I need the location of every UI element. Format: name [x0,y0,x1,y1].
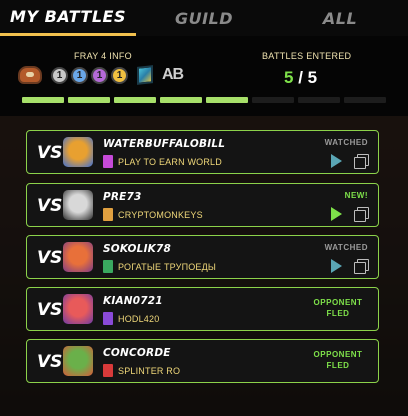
opponent-guild: HODL420 [103,312,159,325]
opponent-guild: PLAY TO EARN WORLD [103,155,222,168]
vs-label: VS [37,196,63,216]
tab-guild[interactable]: GUILD [136,0,272,36]
guild-name: PLAY TO EARN WORLD [118,156,222,167]
copy-link-icon[interactable] [354,154,369,169]
opponent-avatar [63,294,93,324]
fray-info-header: FRAY 4 INFO BATTLES ENTERED 1 1 1 1 AB 5… [0,36,408,116]
guild-name: HODL420 [118,313,160,324]
play-battle-icon[interactable] [331,207,342,221]
coin-purple-icon: 1 [91,66,108,84]
guild-flag-icon [103,312,113,325]
progress-segment [206,97,248,103]
battles-panel: MY BATTLES GUILD ALL FRAY 4 INFO BATTLES… [0,0,408,416]
play-battle-icon[interactable] [331,259,342,273]
opponent-avatar [63,346,93,376]
battle-row[interactable]: VS SOKOLIK78 РОГАТЫЕ ТРУПОЕДЫ WATCHED [26,235,379,279]
battles-list: VS WATERBUFFALOBILL PLAY TO EARN WORLD WATC… [0,116,408,416]
opponent-guild: РОГАТЫЕ ТРУПОЕДЫ [103,260,216,273]
opponent-name: SOKOLIK78 [103,243,172,255]
battle-status: NEW! [344,191,368,200]
glove-icon [18,66,42,84]
tab-bar: MY BATTLES GUILD ALL [0,0,408,36]
battle-row[interactable]: VS CONCORDE SPLINTER RO OPPONENT FLED [26,339,379,383]
vs-label: VS [37,248,63,268]
copy-link-icon[interactable] [354,259,369,274]
guild-name: SPLINTER RO [118,365,181,376]
battles-total: 5 [307,68,318,87]
opponent-avatar [63,242,93,272]
progress-segment [298,97,340,103]
battle-status: OPPONENT FLED [313,350,363,370]
vs-label: VS [37,143,63,163]
vs-label: VS [37,352,63,372]
progress-segment [22,97,64,103]
guild-name: CRYPTOMONKEYS [118,209,203,220]
tab-my-battles[interactable]: MY BATTLES [0,0,136,36]
progress-segment [68,97,110,103]
fray-info-title: FRAY 4 INFO [74,51,132,61]
tab-all[interactable]: ALL [272,0,408,36]
battles-entered-count: 5 / 5 [284,68,317,88]
opponent-name: KIAN0721 [103,295,163,307]
coin-gold-icon: 1 [111,66,128,84]
guild-flag-icon [103,364,113,377]
progress-segment [160,97,202,103]
opponent-name: WATERBUFFALOBILL [103,138,226,150]
guild-flag-icon [103,155,113,168]
coin-grey-icon: 1 [51,66,68,84]
battle-row[interactable]: VS WATERBUFFALOBILL PLAY TO EARN WORLD WATC… [26,130,379,174]
fray-rules-icons: 1 1 1 1 AB [18,65,184,85]
opponent-avatar [63,137,93,167]
vs-label: VS [37,300,63,320]
count-separator: / [293,68,308,87]
gem-icon [137,65,153,85]
guild-flag-icon [103,260,113,273]
progress-segment [252,97,294,103]
battle-status: WATCHED [324,138,368,147]
coin-blue-icon: 1 [71,66,88,84]
guild-name: РОГАТЫЕ ТРУПОЕДЫ [118,261,217,272]
copy-link-icon[interactable] [354,207,369,222]
ab-logo-icon: AB [162,66,184,83]
play-battle-icon[interactable] [331,154,342,168]
battles-entered-title: BATTLES ENTERED [262,51,352,61]
opponent-avatar [63,190,93,220]
battle-status: OPPONENT FLED [313,298,363,318]
progress-segment [344,97,386,103]
guild-flag-icon [103,208,113,221]
battle-row[interactable]: VS PRE73 CRYPTOMONKEYS NEW! [26,183,379,227]
opponent-name: CONCORDE [103,347,171,359]
battle-row[interactable]: VS KIAN0721 HODL420 OPPONENT FLED [26,287,379,331]
battles-progress-bar [22,97,386,103]
opponent-guild: SPLINTER RO [103,364,180,377]
opponent-guild: CRYPTOMONKEYS [103,208,203,221]
opponent-name: PRE73 [103,191,142,203]
battle-status: WATCHED [324,243,368,252]
progress-segment [114,97,156,103]
